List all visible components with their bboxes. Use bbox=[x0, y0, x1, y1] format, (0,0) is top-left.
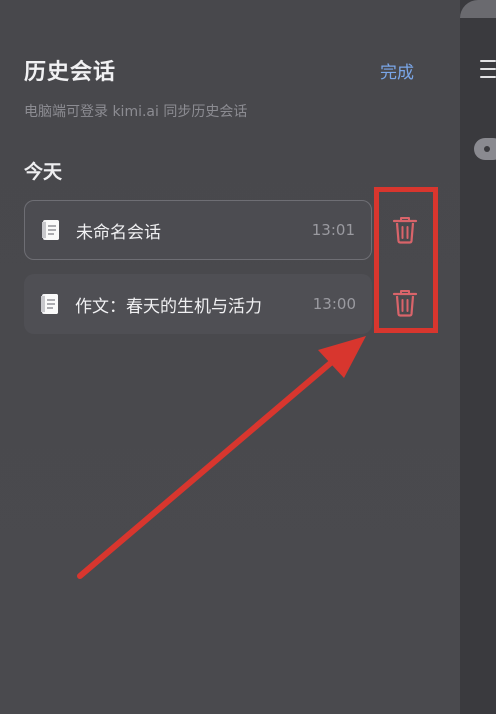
hamburger-icon[interactable] bbox=[480, 60, 496, 78]
page-title: 历史会话 bbox=[24, 60, 117, 85]
chat-bubble-icon bbox=[474, 138, 496, 160]
trash-icon[interactable] bbox=[392, 289, 418, 317]
conversation-item[interactable]: 未命名会话 13:01 bbox=[24, 200, 372, 260]
done-button[interactable]: 完成 bbox=[380, 58, 414, 83]
trash-icon[interactable] bbox=[392, 216, 418, 244]
conversation-item[interactable]: 作文：春天的生机与活力 13:00 bbox=[24, 274, 372, 334]
document-icon bbox=[41, 294, 58, 314]
document-icon bbox=[42, 220, 59, 240]
sync-hint-text: 电脑端可登录 kimi.ai 同步历史会话 bbox=[24, 104, 248, 120]
conversation-title: 未命名会话 bbox=[76, 222, 161, 243]
section-today-label: 今天 bbox=[24, 161, 63, 183]
conversation-title: 作文：春天的生机与活力 bbox=[75, 296, 262, 317]
conversation-time: 13:01 bbox=[311, 221, 355, 239]
conversation-time: 13:00 bbox=[312, 295, 356, 313]
main-chat-edge[interactable] bbox=[460, 0, 496, 714]
